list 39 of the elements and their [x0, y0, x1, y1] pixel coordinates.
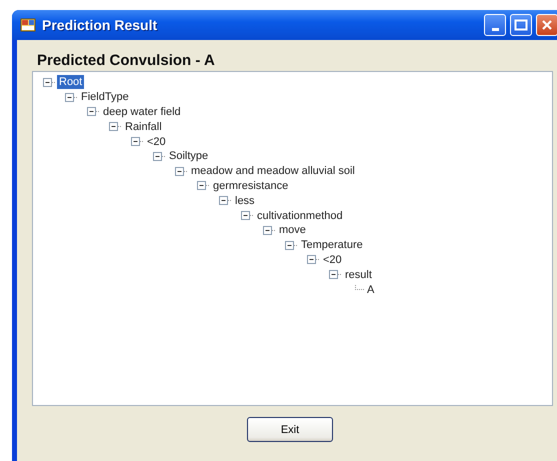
collapse-icon[interactable]: [263, 226, 276, 235]
maximize-button[interactable]: [510, 14, 532, 36]
collapse-icon[interactable]: [131, 137, 144, 146]
collapse-icon[interactable]: [219, 196, 232, 206]
tree-node[interactable]: Rainfall: [123, 120, 164, 134]
collapse-icon[interactable]: [109, 122, 122, 132]
tree-node[interactable]: less: [233, 194, 257, 208]
tree-node[interactable]: result: [343, 268, 374, 282]
collapse-icon[interactable]: [87, 107, 100, 116]
collapse-icon[interactable]: [307, 255, 320, 264]
tree-node[interactable]: <20: [145, 134, 168, 149]
tree-node[interactable]: Soiltype: [167, 149, 210, 164]
tree-node[interactable]: Root: [57, 75, 84, 90]
maximize-icon: [514, 19, 528, 31]
tree-node[interactable]: A: [365, 282, 376, 297]
close-icon: [541, 19, 553, 31]
collapse-icon[interactable]: [175, 166, 188, 176]
collapse-icon[interactable]: [329, 270, 342, 280]
tree-node[interactable]: meadow and meadow alluvial soil: [189, 164, 357, 178]
collapse-icon[interactable]: [153, 152, 166, 161]
tree-node[interactable]: move: [277, 223, 308, 238]
tree-node[interactable]: FieldType: [79, 90, 131, 104]
collapse-icon[interactable]: [197, 181, 210, 190]
tree-node[interactable]: Temperature: [299, 238, 365, 252]
tree-node[interactable]: <20: [321, 252, 344, 267]
tree-node[interactable]: cultivationmethod: [255, 208, 345, 223]
tree-node[interactable]: deep water field: [101, 104, 183, 119]
window-title: Prediction Result: [42, 17, 158, 33]
collapse-icon[interactable]: [285, 240, 298, 250]
exit-button[interactable]: Exit: [247, 417, 333, 442]
tree-node[interactable]: germresistance: [211, 178, 290, 193]
close-button[interactable]: [536, 14, 557, 36]
minimize-button[interactable]: [484, 14, 506, 36]
collapse-icon[interactable]: [65, 92, 78, 102]
collapse-icon[interactable]: [43, 78, 56, 87]
app-icon: [20, 17, 36, 33]
collapse-icon[interactable]: [241, 211, 254, 220]
minimize-icon: [492, 28, 498, 30]
result-heading: Predicted Convulsion - A: [36, 51, 216, 71]
